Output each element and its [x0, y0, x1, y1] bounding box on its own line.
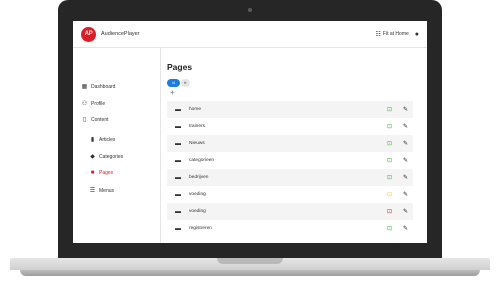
drag-handle-icon[interactable]: ▬ — [175, 141, 181, 147]
sidebar-item-label: Dashboard — [91, 83, 116, 90]
lock-icon[interactable]: ⊡ — [387, 208, 392, 215]
unlock-icon[interactable]: ⊡ — [387, 174, 392, 181]
table-row[interactable]: ▬ registreren ⊡ ✎ — [167, 220, 413, 237]
menu-icon: ☰ — [89, 188, 96, 194]
page-name: bedrijven — [189, 175, 209, 180]
table-row[interactable]: ▬ Nieuws ⊡ ✎ — [167, 135, 413, 152]
sidebar-item-label: Articles — [99, 136, 116, 143]
main-content: Pages nl fr + ▬ home ⊡ ✎ ▬ trainers ⊡ ✎ … — [161, 48, 427, 243]
bookmark-icon: ▮ — [90, 137, 95, 143]
header-actions: ☷ Fit at Home ● — [376, 31, 419, 38]
app-logo[interactable]: AP — [81, 26, 96, 42]
translate-icon: ☷ — [375, 31, 381, 38]
sidebar-item-articles[interactable]: ▮ Articles — [89, 136, 116, 144]
drag-handle-icon[interactable]: ▬ — [175, 192, 181, 198]
unlock-icon[interactable]: ⊡ — [387, 140, 392, 147]
sidebar-item-menus[interactable]: ☰ Menus — [89, 187, 115, 195]
laptop-screen: AP AudiencePlayer ☷ Fit at Home ● ▦ Dash… — [73, 21, 427, 243]
table-row[interactable]: ▬ trainers ⊡ ✎ — [167, 118, 413, 135]
app-name: AudiencePlayer — [101, 31, 140, 37]
language-selector[interactable]: ☷ Fit at Home — [376, 31, 409, 38]
page-name: registreren — [189, 226, 212, 231]
edit-icon[interactable]: ✎ — [403, 208, 408, 215]
edit-icon[interactable]: ✎ — [403, 225, 408, 232]
page-name: trainers — [189, 124, 205, 129]
edit-icon[interactable]: ✎ — [403, 123, 408, 130]
edit-icon[interactable]: ✎ — [403, 106, 408, 113]
language-label: Fit at Home — [382, 31, 409, 37]
table-row[interactable]: ▬ categorieen ⊡ ✎ — [167, 152, 413, 169]
pending-lock-icon[interactable]: ⊡ — [387, 191, 392, 198]
webcam — [248, 8, 252, 12]
laptop-foot — [20, 270, 480, 276]
page-title: Pages — [167, 62, 193, 72]
page-name: voeding — [189, 209, 206, 214]
table-row[interactable]: ▬ voeding ⊡ ✎ — [167, 203, 413, 220]
edit-icon[interactable]: ✎ — [403, 174, 408, 181]
add-page-button[interactable]: + — [170, 88, 175, 97]
drag-handle-icon[interactable]: ▬ — [175, 124, 181, 130]
laptop-notch — [217, 258, 283, 264]
sidebar-item-pages[interactable]: ■ Pages — [89, 170, 114, 176]
page-name: categorieen — [189, 158, 215, 163]
sidebar-item-label: Menus — [99, 187, 115, 194]
sidebar: ▦ Dashboard ⚇ Profile ▯ Content ▮ Articl… — [73, 48, 161, 243]
app-header: AP AudiencePlayer ☷ Fit at Home ● — [73, 21, 427, 48]
drag-handle-icon[interactable]: ▬ — [175, 209, 181, 215]
tag-icon: ◆ — [90, 154, 95, 160]
unlock-icon[interactable]: ⊡ — [387, 157, 392, 164]
sidebar-item-label: Profile — [91, 100, 106, 107]
sidebar-item-content[interactable]: ▯ Content — [81, 116, 109, 124]
sidebar-item-categories[interactable]: ◆ Categories — [89, 153, 124, 161]
drag-handle-icon[interactable]: ▬ — [175, 107, 181, 113]
unlock-icon[interactable]: ⊡ — [387, 225, 392, 232]
content-icon: ▯ — [82, 117, 87, 123]
page-icon: ■ — [90, 170, 95, 176]
page-name: home — [189, 107, 201, 112]
page-name: Nieuws — [189, 141, 205, 146]
unlock-icon[interactable]: ⊡ — [387, 106, 392, 113]
user-icon: ⚇ — [81, 101, 88, 107]
edit-icon[interactable]: ✎ — [403, 140, 408, 147]
user-icon[interactable]: ● — [415, 31, 419, 38]
language-tab-nl[interactable]: nl — [167, 79, 180, 87]
edit-icon[interactable]: ✎ — [403, 191, 408, 198]
page-name: voeding — [189, 192, 206, 197]
sidebar-item-profile[interactable]: ⚇ Profile — [81, 100, 106, 108]
drag-handle-icon[interactable]: ▬ — [175, 226, 181, 232]
sidebar-item-label: Content — [91, 116, 109, 123]
table-row[interactable]: ▬ home ⊡ ✎ — [167, 101, 413, 118]
edit-icon[interactable]: ✎ — [403, 157, 408, 164]
table-row[interactable]: ▬ bedrijven ⊡ ✎ — [167, 169, 413, 186]
unlock-icon[interactable]: ⊡ — [387, 123, 392, 130]
drag-handle-icon[interactable]: ▬ — [175, 158, 181, 164]
dashboard-icon: ▦ — [81, 84, 88, 90]
language-tab-fr[interactable]: fr — [181, 79, 190, 87]
sidebar-item-dashboard[interactable]: ▦ Dashboard — [81, 83, 116, 91]
drag-handle-icon[interactable]: ▬ — [175, 175, 181, 181]
sidebar-item-label: Categories — [99, 153, 124, 160]
sidebar-item-label: Pages — [99, 170, 114, 176]
table-row[interactable]: ▬ voeding ⊡ ✎ — [167, 186, 413, 203]
